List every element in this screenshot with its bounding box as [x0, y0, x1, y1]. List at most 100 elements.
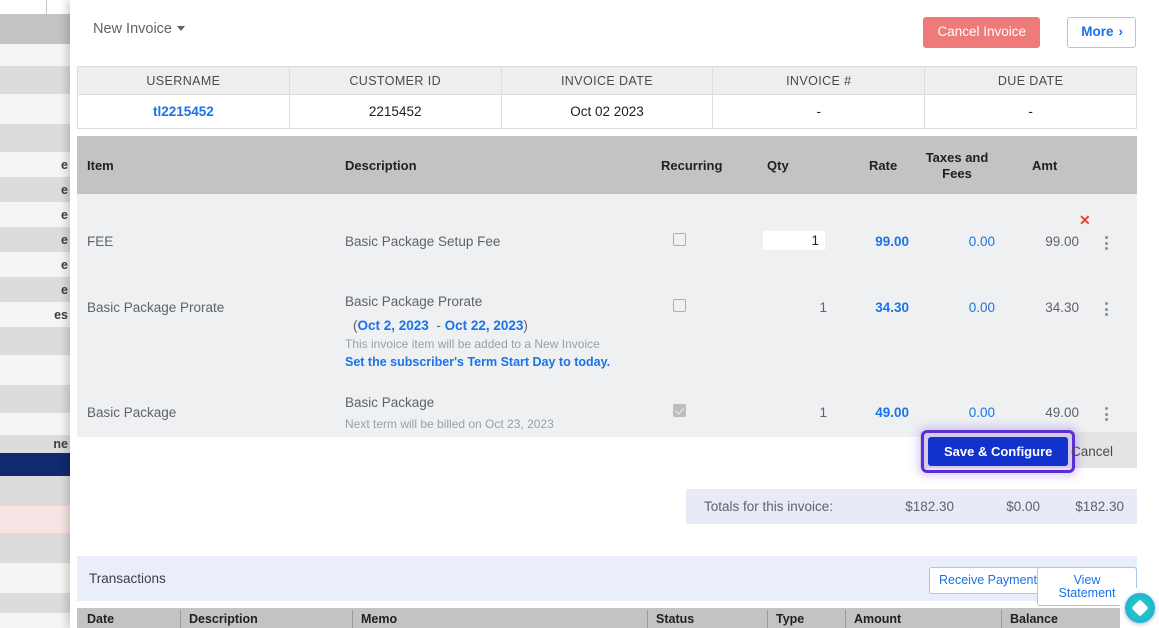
invoice-toolbar: New Invoice Cancel Invoice More › — [70, 0, 1159, 62]
row-subnote: Next term will be billed on Oct 23, 2023 — [345, 417, 554, 431]
summary-cell-due-date: - — [924, 94, 1137, 129]
summary-header-row: USERNAME CUSTOMER ID INVOICE DATE INVOIC… — [77, 66, 1137, 95]
app-root: e e e e e e es ne New Invoice Cancel Invoice Mo… — [0, 0, 1159, 628]
invoice-totals: Totals for this invoice: $182.30 $0.00 $… — [686, 489, 1137, 524]
summary-cell-invoice-number: - — [712, 94, 926, 129]
row-menu-icon[interactable] — [1099, 302, 1113, 318]
summary-header-username: USERNAME — [77, 66, 290, 95]
background-page: e e e e e e es ne — [0, 0, 70, 628]
table-row: FEE Basic Package Setup Fee 99.00 0.00 9… — [77, 194, 1137, 284]
row-item-name: FEE — [87, 234, 114, 249]
summary-cell-invoice-date: Oct 02 2023 — [500, 94, 714, 129]
summary-cell-customer-id: 2215452 — [288, 94, 502, 129]
taxes-header-line1: Taxes and — [925, 150, 989, 165]
tx-header-date: Date — [87, 612, 115, 626]
table-row: Basic Package Prorate Basic Package Pror… — [77, 284, 1137, 397]
row-description: Basic Package — [345, 395, 435, 410]
items-header-qty: Qty — [767, 158, 789, 173]
background-row: e — [0, 177, 70, 202]
background-row — [0, 613, 70, 628]
background-row — [0, 453, 70, 476]
background-row: e — [0, 152, 70, 177]
background-row-label: e — [61, 157, 68, 172]
tx-header-amount: Amount — [854, 612, 902, 626]
save-and-configure-button[interactable]: Save & Configure — [928, 437, 1069, 466]
row-date-range: (Oct 2, 2023 - Oct 22, 2023) — [345, 318, 645, 333]
row-quantity: 1 — [819, 300, 827, 315]
tx-header-status: Status — [656, 612, 695, 626]
background-row — [0, 66, 70, 94]
username-link[interactable]: tl2215452 — [153, 104, 214, 119]
cancel-button[interactable]: Cancel — [1057, 438, 1127, 465]
invoice-title-dropdown[interactable]: New Invoice — [93, 21, 185, 37]
totals-taxes: $0.00 — [1006, 499, 1040, 514]
background-row — [0, 593, 70, 613]
row-taxes[interactable]: 0.00 — [933, 405, 995, 420]
background-row — [0, 44, 70, 66]
quantity-input[interactable] — [763, 231, 825, 250]
totals-total: $182.30 — [1075, 499, 1124, 514]
date-end[interactable]: Oct 22, 2023 — [445, 318, 524, 333]
date-start[interactable]: Oct 2, 2023 — [358, 318, 429, 333]
background-row — [0, 385, 70, 413]
tx-header-memo: Memo — [361, 612, 398, 626]
totals-amount: $182.30 — [905, 499, 954, 514]
background-row-label: e — [61, 282, 68, 297]
recurring-checkbox[interactable] — [673, 233, 686, 246]
row-quantity: 1 — [819, 405, 827, 420]
row-taxes[interactable]: 0.00 — [933, 300, 995, 315]
items-header-taxes-and-fees: Taxes and Fees — [919, 150, 995, 182]
background-row: e — [0, 202, 70, 227]
tx-header-balance: Balance — [1010, 612, 1058, 626]
row-menu-icon[interactable] — [1099, 236, 1113, 252]
background-row — [0, 327, 70, 355]
background-row — [0, 533, 70, 563]
taxes-header-line2: Fees — [942, 166, 972, 181]
row-taxes[interactable]: 0.00 — [933, 234, 995, 249]
row-rate[interactable]: 99.00 — [847, 234, 909, 249]
term-start-day-link[interactable]: Set the subscriber's Term Start Day to t… — [345, 355, 645, 369]
invoice-title-label: New Invoice — [93, 21, 172, 37]
background-row — [0, 563, 70, 593]
background-row: e — [0, 227, 70, 252]
row-amount: 34.30 — [1045, 300, 1079, 315]
items-table-body: FEE Basic Package Setup Fee 99.00 0.00 9… — [77, 194, 1137, 437]
background-row-label: e — [61, 207, 68, 222]
background-row — [0, 476, 70, 506]
row-item-name: Basic Package Prorate — [87, 300, 225, 315]
chat-widget-icon[interactable] — [1125, 593, 1155, 623]
items-table-header: Item Description Recurring Qty Rate Taxe… — [77, 136, 1137, 194]
row-amount: 99.00 — [1045, 234, 1079, 249]
more-button-label: More — [1081, 24, 1114, 39]
row-recurring-cell — [673, 233, 686, 249]
row-menu-icon[interactable] — [1099, 407, 1113, 423]
background-row — [0, 124, 70, 152]
cancel-invoice-button[interactable]: Cancel Invoice — [923, 17, 1040, 48]
totals-label: Totals for this invoice: — [704, 499, 834, 514]
recurring-checkbox[interactable] — [673, 299, 686, 312]
more-button[interactable]: More › — [1067, 17, 1136, 48]
background-top-row — [0, 0, 70, 15]
transactions-section-header: Transactions Receive Payment View Statem… — [77, 556, 1137, 606]
save-configure-focus-ring: Save & Configure — [921, 430, 1076, 473]
date-close-paren: ) — [523, 318, 528, 333]
background-row: ne — [0, 435, 70, 453]
summary-cell-username[interactable]: tl2215452 — [77, 94, 290, 129]
background-row — [0, 14, 70, 44]
summary-header-invoice-date: INVOICE DATE — [500, 66, 714, 95]
receive-payment-button[interactable]: Receive Payment — [929, 567, 1047, 594]
row-rate[interactable]: 49.00 — [847, 405, 909, 420]
row-description-block: Basic Package Prorate (Oct 2, 2023 - Oct… — [345, 294, 645, 369]
recurring-checkbox[interactable] — [673, 404, 686, 417]
background-row: e — [0, 252, 70, 277]
invoice-panel: New Invoice Cancel Invoice More › USERNAM… — [70, 0, 1159, 628]
row-recurring-cell — [673, 404, 686, 420]
row-rate[interactable]: 34.30 — [847, 300, 909, 315]
items-header-rate: Rate — [869, 158, 898, 173]
items-header-item: Item — [87, 158, 114, 173]
background-row — [0, 355, 70, 385]
remove-row-icon[interactable]: ✕ — [1079, 213, 1091, 227]
chevron-right-icon: › — [1118, 24, 1124, 39]
row-recurring-cell — [673, 299, 686, 315]
background-row — [0, 413, 70, 435]
